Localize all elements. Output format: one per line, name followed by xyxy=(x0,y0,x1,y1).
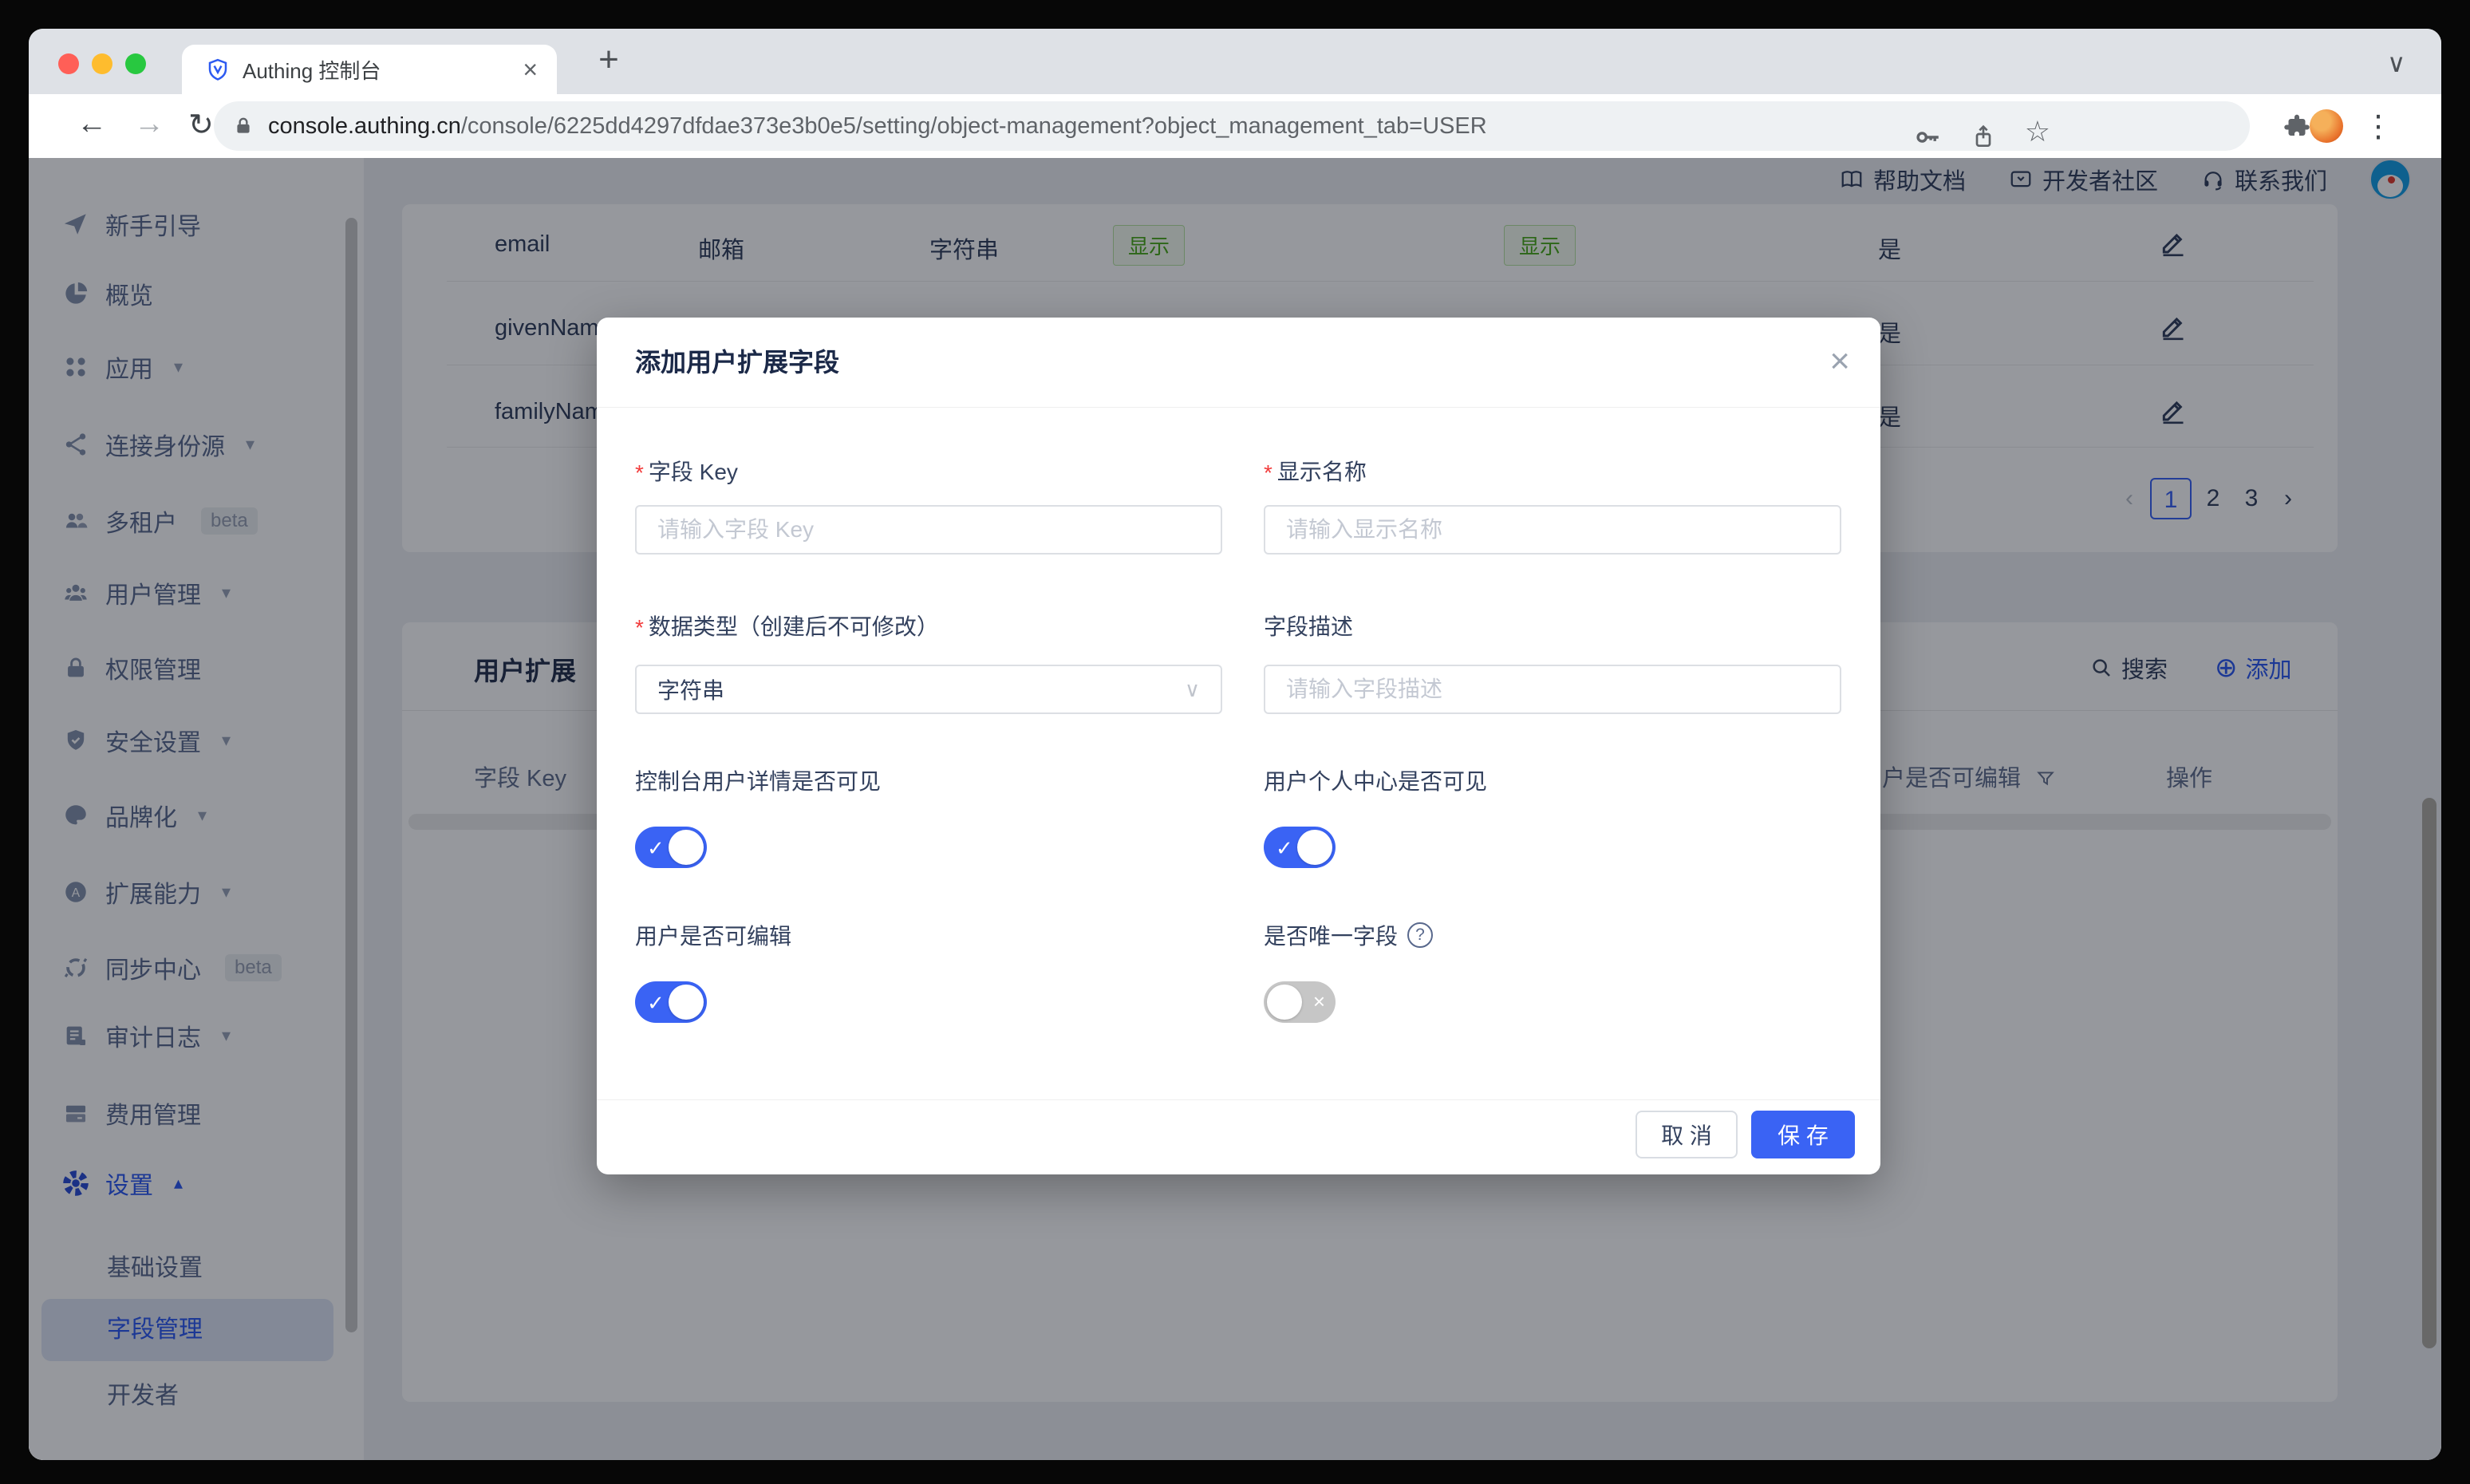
divider xyxy=(597,1099,1880,1100)
tab-strip: Authing 控制台 × + ∨ xyxy=(29,29,2441,94)
page-scrollbar[interactable] xyxy=(2422,798,2436,1348)
browser-window: Authing 控制台 × + ∨ ← → ↻ console.authing.… xyxy=(29,29,2441,1460)
back-button[interactable]: ← xyxy=(77,107,107,141)
lock-icon xyxy=(233,116,254,136)
toggle-knob xyxy=(1267,985,1302,1020)
required-mark: * xyxy=(1264,460,1272,486)
tab-close-icon[interactable]: × xyxy=(523,55,538,85)
page-content: 新手引导 概览 应用 ▾ 连接身份源 ▾ 多租户 beta xyxy=(29,158,2441,1460)
toggle-knob xyxy=(1297,830,1332,865)
help-question-icon[interactable]: ? xyxy=(1407,922,1433,948)
zoom-window-button[interactable] xyxy=(125,53,146,74)
address-bar[interactable]: console.authing.cn/console/6225dd4297dfd… xyxy=(214,101,2250,151)
unique-field-toggle[interactable]: × xyxy=(1264,981,1336,1023)
save-button[interactable]: 保 存 xyxy=(1751,1111,1855,1158)
close-window-button[interactable] xyxy=(58,53,79,74)
user-editable-label: 用户是否可编辑 xyxy=(635,919,791,951)
toggle-knob xyxy=(669,985,704,1020)
bookmark-star-icon[interactable]: ☆ xyxy=(2025,115,2050,148)
url-text: console.authing.cn/console/6225dd4297dfd… xyxy=(268,113,1487,140)
check-icon: ✓ xyxy=(1276,836,1293,861)
authing-favicon-icon xyxy=(206,57,230,81)
add-extension-field-modal: 添加用户扩展字段 × * 字段 Key * 显示名称 * 数据类型（创建后不可修… xyxy=(597,318,1880,1174)
cancel-button[interactable]: 取 消 xyxy=(1635,1111,1738,1158)
password-key-icon[interactable] xyxy=(1915,124,1942,151)
data-type-select[interactable]: 字符串 ∨ xyxy=(635,665,1222,714)
forward-button[interactable]: → xyxy=(134,107,164,141)
modal-title: 添加用户扩展字段 xyxy=(635,318,839,407)
extensions-puzzle-icon[interactable] xyxy=(2283,112,2311,140)
chevron-down-icon: ∨ xyxy=(1185,677,1200,702)
browser-profile-avatar[interactable] xyxy=(2310,109,2343,143)
data-type-label: * 数据类型（创建后不可修改） xyxy=(635,610,939,641)
display-name-input[interactable] xyxy=(1264,505,1841,555)
check-icon: ✓ xyxy=(647,991,665,1016)
browser-tab[interactable]: Authing 控制台 × xyxy=(182,45,557,94)
unique-field-label: 是否唯一字段 ? xyxy=(1264,919,1433,951)
profile-visible-toggle[interactable]: ✓ xyxy=(1264,827,1336,868)
reload-button[interactable]: ↻ xyxy=(188,107,214,143)
user-editable-toggle[interactable]: ✓ xyxy=(635,981,707,1023)
toggle-knob xyxy=(669,830,704,865)
address-bar-icons: ☆ xyxy=(1915,120,2050,154)
browser-menu-icon[interactable]: ⋮ xyxy=(2363,109,2393,144)
divider xyxy=(597,407,1880,408)
console-visible-toggle[interactable]: ✓ xyxy=(635,827,707,868)
profile-visible-label: 用户个人中心是否可见 xyxy=(1264,764,1487,796)
new-tab-button[interactable]: + xyxy=(587,40,630,80)
field-description-label: 字段描述 xyxy=(1264,610,1353,641)
field-key-label: * 字段 Key xyxy=(635,455,738,487)
x-icon: × xyxy=(1313,989,1325,1014)
browser-toolbar: ← → ↻ console.authing.cn/console/6225dd4… xyxy=(29,94,2441,158)
tab-search-caret-icon[interactable]: ∨ xyxy=(2387,48,2405,78)
field-description-input[interactable] xyxy=(1264,665,1841,714)
minimize-window-button[interactable] xyxy=(92,53,112,74)
display-name-label: * 显示名称 xyxy=(1264,455,1367,487)
field-key-input[interactable] xyxy=(635,505,1222,555)
required-mark: * xyxy=(635,615,644,641)
check-icon: ✓ xyxy=(647,836,665,861)
share-icon[interactable] xyxy=(1971,124,1996,150)
required-mark: * xyxy=(635,460,644,486)
tab-title: Authing 控制台 xyxy=(243,55,510,85)
console-visible-label: 控制台用户详情是否可见 xyxy=(635,764,881,796)
close-icon[interactable]: × xyxy=(1829,341,1850,381)
